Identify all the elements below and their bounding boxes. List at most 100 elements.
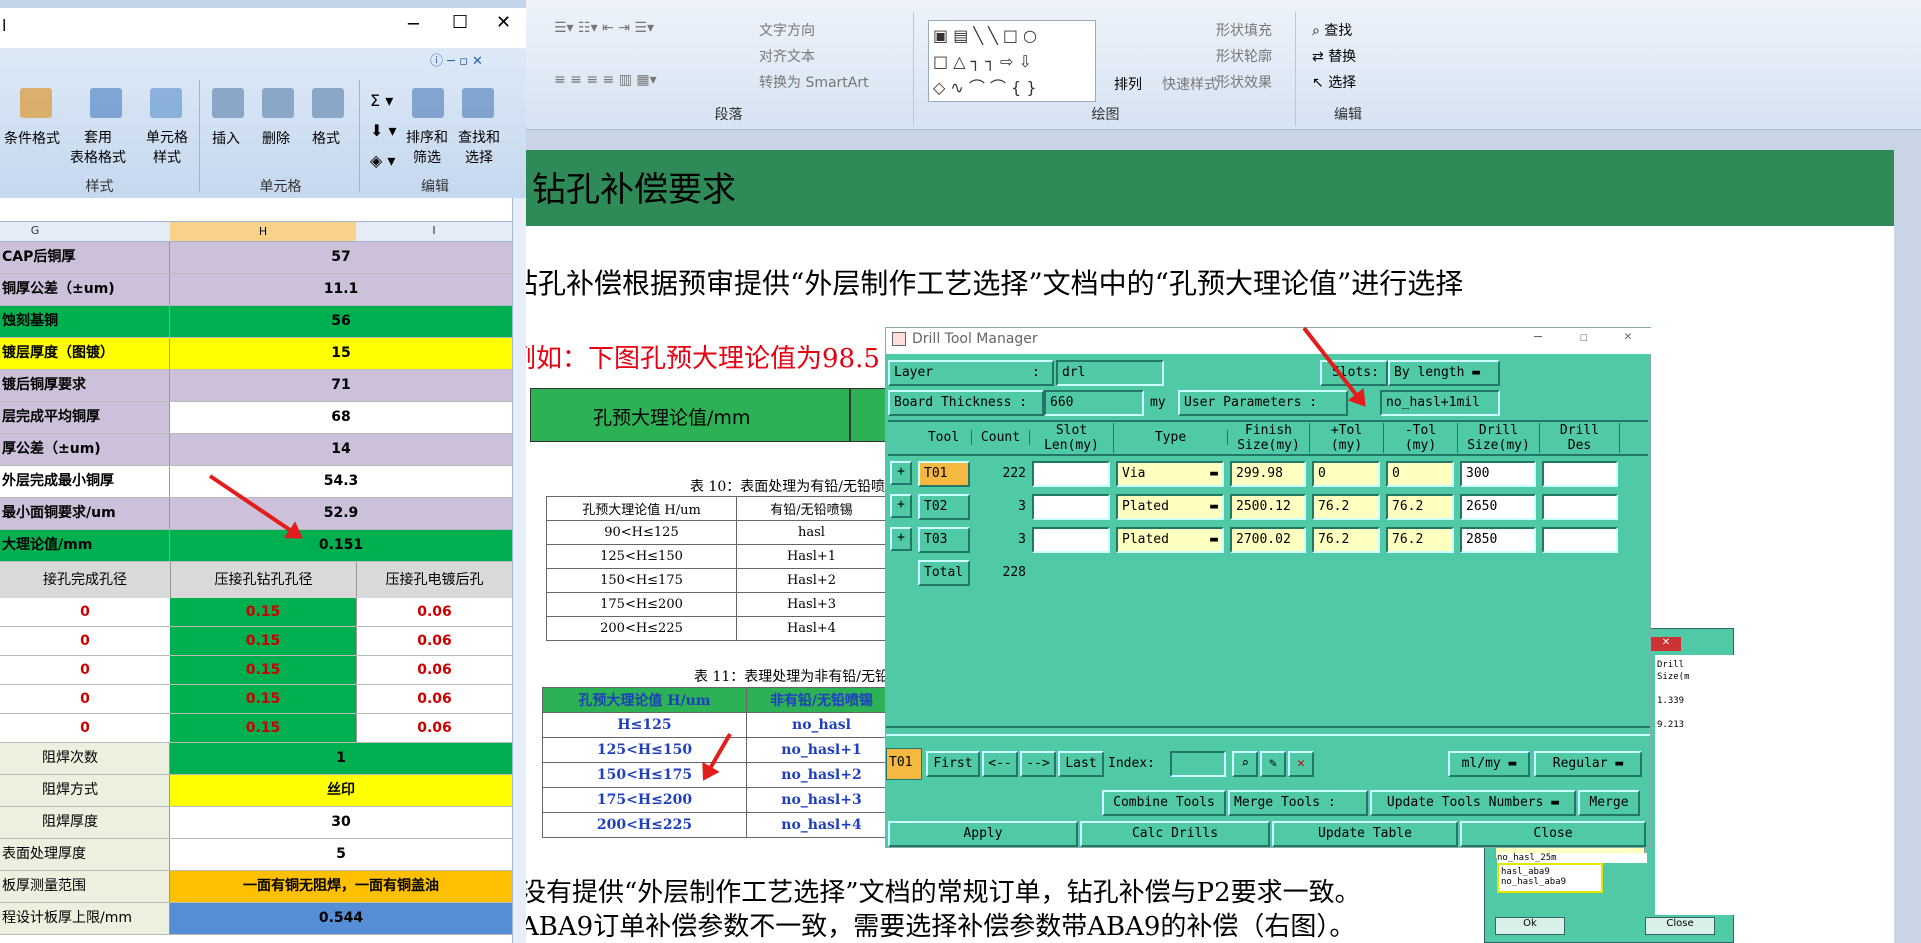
combine-tools-button[interactable]: Combine Tools <box>1102 790 1226 816</box>
last-button[interactable]: Last <box>1058 751 1104 777</box>
table-cell[interactable]: 0 <box>0 598 170 626</box>
row-value[interactable]: 5 <box>170 839 512 870</box>
table-cell[interactable]: 0.06 <box>356 598 512 626</box>
update-table-button[interactable]: Update Table <box>1272 821 1458 847</box>
row-value[interactable]: 丝印 <box>170 775 512 806</box>
column-header[interactable]: I <box>356 224 512 237</box>
tool-row[interactable]: + T02 3 Plated ▬ 2500.12 76.2 76.2 2650 <box>888 491 1648 524</box>
plus-tol-field[interactable]: 76.2 <box>1312 527 1380 553</box>
slot-len-field[interactable] <box>1032 461 1110 487</box>
drill-des-field[interactable] <box>1542 527 1618 553</box>
table-cell[interactable]: 0 <box>0 714 170 742</box>
table-cell[interactable]: 0.06 <box>356 627 512 655</box>
table-cell[interactable]: 0.06 <box>356 685 512 713</box>
conditional-format-button[interactable]: 条件格式 <box>4 128 60 148</box>
row-label[interactable]: 层完成平均铜厚 <box>0 402 170 433</box>
sub-header[interactable]: 压接孔钻孔孔径 <box>170 562 356 598</box>
format-table-button[interactable]: 套用 表格格式 <box>70 128 126 168</box>
close-button[interactable]: Close <box>1460 821 1646 847</box>
shapes-gallery[interactable]: ▣ ▤ ╲ ╲ □ ○ □ △ ┐ ┐ ⇨ ⇩ ◇ ∿ ⌒ ⌒ { } <box>928 20 1096 102</box>
first-button[interactable]: First <box>926 751 980 777</box>
row-value[interactable]: 1 <box>170 743 512 774</box>
table-cell[interactable]: 0.15 <box>170 627 356 655</box>
row-label[interactable]: 阻焊次数 <box>0 743 170 774</box>
text-direction-button[interactable]: 文字方向 <box>759 20 815 40</box>
formula-bar[interactable] <box>0 198 512 222</box>
row-value[interactable]: 56 <box>170 306 512 337</box>
horizontal-scrollbar[interactable] <box>886 726 1650 736</box>
finish-size-field[interactable]: 299.98 <box>1230 461 1306 487</box>
drill-size-field[interactable]: 300 <box>1460 461 1536 487</box>
layer-field[interactable]: drl <box>1056 360 1164 386</box>
row-value[interactable]: 68 <box>170 402 512 433</box>
row-label[interactable]: 板厚测量范围 <box>0 871 170 902</box>
column-header[interactable]: G <box>0 224 70 237</box>
slot-len-field[interactable] <box>1032 494 1110 520</box>
delete-icon[interactable]: ✕ <box>1288 751 1314 777</box>
cell-style-button[interactable]: 单元格 样式 <box>146 128 188 168</box>
align-text-button[interactable]: 对齐文本 <box>759 46 815 66</box>
select-button[interactable]: ↖ 选择 <box>1312 72 1356 92</box>
bg-list-item[interactable]: no_hasl_aba9 <box>1501 877 1599 887</box>
quick-styles-button[interactable]: 快速样式 <box>1162 74 1218 94</box>
row-value[interactable]: 71 <box>170 370 512 401</box>
slots-dropdown[interactable]: By length ▬ <box>1388 360 1500 386</box>
mode-dropdown[interactable]: Regular ▬ <box>1534 751 1642 777</box>
slot-len-field[interactable] <box>1032 527 1110 553</box>
bg-list-item[interactable]: hasl_aba9 <box>1501 867 1599 877</box>
board-thickness-field[interactable]: 660 <box>1044 390 1144 416</box>
plus-tol-field[interactable]: 76.2 <box>1312 494 1380 520</box>
table-cell[interactable]: 0.15 <box>170 685 356 713</box>
tool-row[interactable]: + T01 222 Via ▬ 299.98 0 0 300 <box>888 458 1648 491</box>
row-label[interactable]: 外层完成最小铜厚 <box>0 466 170 497</box>
row-label[interactable]: 厚公差（±um) <box>0 434 170 465</box>
maximize-icon[interactable]: ☐ <box>1580 330 1588 345</box>
row-label[interactable]: 程设计板厚上限/mm <box>0 903 170 934</box>
finish-size-field[interactable]: 2500.12 <box>1230 494 1306 520</box>
tool-row[interactable]: + T03 3 Plated ▬ 2700.02 76.2 76.2 2850 <box>888 524 1648 557</box>
row-label[interactable]: 最小面铜要求/um <box>0 498 170 529</box>
row-label[interactable]: 铜厚公差（±um) <box>0 274 170 305</box>
close-icon[interactable]: ✕ <box>1624 329 1632 344</box>
table-cell[interactable]: 0.15 <box>170 598 356 626</box>
row-value[interactable]: 15 <box>170 338 512 369</box>
delete-button[interactable]: 删除 <box>262 128 290 148</box>
vertical-scrollbar[interactable] <box>512 198 526 943</box>
type-dropdown[interactable]: Plated ▬ <box>1116 527 1224 553</box>
table-cell[interactable]: 0 <box>0 627 170 655</box>
replace-button[interactable]: ⇄ 替换 <box>1312 46 1356 66</box>
smartart-button[interactable]: 转换为 SmartArt <box>759 72 869 92</box>
row-label[interactable]: 大理论值/mm <box>0 530 170 561</box>
minimize-icon[interactable]: ─ <box>1534 330 1542 345</box>
merge-button[interactable]: Merge <box>1578 790 1640 816</box>
update-tools-numbers-dropdown[interactable]: Update Tools Numbers ▬ <box>1370 790 1576 816</box>
bg-list-item[interactable]: no_hasl_25m <box>1497 853 1647 863</box>
bg-ok-button[interactable]: Ok <box>1495 917 1565 935</box>
row-value[interactable]: 52.9 <box>170 498 512 529</box>
find-button[interactable]: ⌕ 查找 <box>1312 20 1352 40</box>
sum-icon[interactable]: Σ ▾ ⬇ ▾ ◈ ▾ <box>370 86 397 176</box>
row-label[interactable]: 蚀刻基铜 <box>0 306 170 337</box>
type-dropdown[interactable]: Plated ▬ <box>1116 494 1224 520</box>
row-value[interactable]: 一面有铜无阻焊，一面有铜盖油 <box>170 871 512 902</box>
row-value[interactable]: 11.1 <box>170 274 512 305</box>
table-cell[interactable]: 0.06 <box>356 656 512 684</box>
expand-icon[interactable]: + <box>890 461 912 485</box>
search-icon[interactable]: ⌕ <box>1232 751 1258 777</box>
minus-tol-field[interactable]: 76.2 <box>1386 527 1454 553</box>
shape-fill-button[interactable]: 形状填充 <box>1216 20 1272 40</box>
row-value[interactable]: 57 <box>170 242 512 273</box>
next-button[interactable]: --> <box>1020 751 1056 777</box>
calc-drills-button[interactable]: Calc Drills <box>1080 821 1270 847</box>
table-cell[interactable]: 0 <box>0 656 170 684</box>
minus-tol-field[interactable]: 0 <box>1386 461 1454 487</box>
row-value[interactable]: 0.151 <box>170 530 512 561</box>
close-icon[interactable]: ✕ <box>496 12 511 33</box>
tool-id[interactable]: T01 <box>918 461 970 487</box>
sub-header[interactable]: 压接孔电镀后孔 <box>356 562 512 598</box>
drill-des-field[interactable] <box>1542 461 1618 487</box>
apply-button[interactable]: Apply <box>888 821 1078 847</box>
sub-header[interactable]: 接孔完成孔径 <box>0 562 170 598</box>
row-label[interactable]: 表面处理厚度 <box>0 839 170 870</box>
sort-filter-button[interactable]: 排序和 筛选 <box>406 128 448 168</box>
